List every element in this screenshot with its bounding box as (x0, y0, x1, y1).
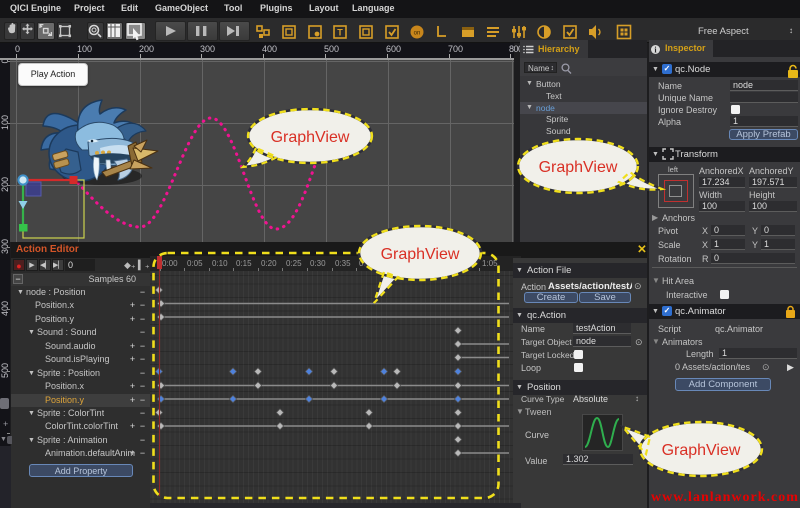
svg-text:GraphView: GraphView (662, 442, 741, 459)
svg-text:GraphView: GraphView (381, 246, 460, 263)
svg-text:GraphView: GraphView (539, 159, 618, 176)
svg-text:on: on (414, 31, 421, 37)
svg-text:GraphView: GraphView (271, 129, 350, 146)
svg-text:T: T (337, 28, 343, 38)
